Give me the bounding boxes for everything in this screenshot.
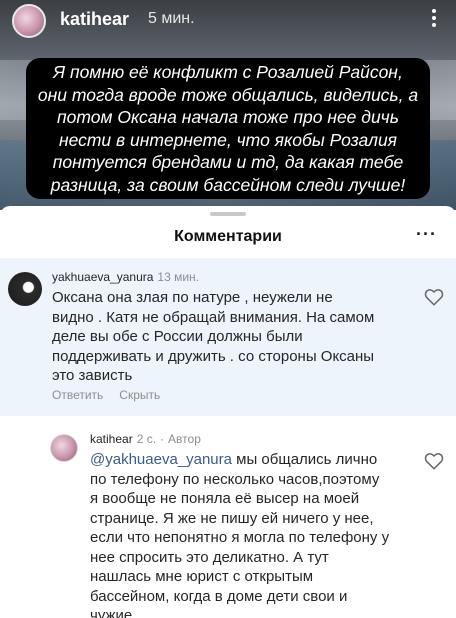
comment-item: yakhuaeva_yanura 13 мин. Оксана она злая … [0,258,456,416]
drag-handle[interactable] [210,212,246,216]
comment-text: @yakhuaeva_yanura мы общались лично по т… [90,450,410,618]
more-vertical-icon[interactable] [424,6,444,34]
comment-line: я вообще не поняла её высер на моей [90,490,360,507]
comment-line: мы общались лично [232,451,378,468]
caption-line: понтуется брендами и тд, да какая тебе [52,152,404,172]
sheet-title: Комментарии [174,228,282,245]
caption-text: Я помню её конфликт с Розалией Райсон, о… [25,58,431,199]
comment-line: поддерживать и дружить . со стороны Окса… [52,347,375,365]
comment-line: это зависть [52,367,133,384]
reply-button[interactable]: Ответить [52,388,103,402]
comment-line: бассейном, когда в доме дети свои и [90,587,348,605]
avatar[interactable] [12,4,46,38]
avatar[interactable] [50,434,78,462]
hide-button[interactable]: Скрыть [119,388,160,402]
comment-line: странице. Я же не пишу ей ничего у нее, [90,509,374,527]
story-username[interactable]: katihear [60,9,129,30]
comment-line: чужие [90,607,133,618]
mention-link[interactable]: @yakhuaeva_yanura [90,451,232,468]
heart-icon[interactable] [424,452,444,470]
comment-header: katihear 2 с. · Автор [90,432,201,446]
more-options-button[interactable]: ··· [416,224,437,245]
caption-line: нести в интернете, что якобы Розалия [58,129,398,150]
caption-line: Я помню её конфликт с Розалией Райсон, [53,62,403,82]
caption-line: они тогда вроде тоже общались, виделись,… [37,84,419,105]
comment-line: нее спросить это деликатно. А тут [90,548,329,566]
comment-time: 13 мин. [157,270,200,284]
story-time: 5 мин. [148,10,195,27]
author-badge: Автор [168,432,201,446]
reply-comment-item: katihear 2 с. · Автор @yakhuaeva_yanura мы … [0,420,456,618]
caption-line: потом Оксана начала тоже про нее дичь [57,107,399,127]
caption-line: разница, за своим бассейном следи лучше! [50,174,406,195]
heart-icon[interactable] [424,288,444,306]
comment-actions: Ответить Скрыть [52,388,176,402]
comment-line: если что непонятно я могла по телефону у [90,529,390,546]
comment-header: yakhuaeva_yanura 13 мин. [52,270,199,284]
comment-line: Оксана она злая по натуре , неужели не [52,289,333,306]
comments-sheet: Комментарии ··· yakhuaeva_yanura 13 мин. … [0,206,456,618]
comment-text: Оксана она злая по натуре , неужели не в… [52,288,412,386]
comment-line: деле вы обе с России должны были [52,328,303,345]
avatar[interactable] [8,272,42,306]
story-header: katihear 5 мин. [0,0,456,40]
story-caption: Я помню её конфликт с Розалией Райсон, о… [2,58,454,199]
comment-line: видно . Катя не обращай внимания. На сам… [52,308,375,326]
comment-line: нашлась мне юрист с открытым [90,568,314,585]
comment-username[interactable]: yakhuaeva_yanura [52,270,153,284]
comment-line: по телефону по несколько часов,поэтому [90,470,380,488]
story-background: katihear 5 мин. Я помню её конфликт с Ро… [0,0,456,210]
comment-username[interactable]: katihear [90,432,133,446]
comment-time: 2 с. [136,432,157,446]
